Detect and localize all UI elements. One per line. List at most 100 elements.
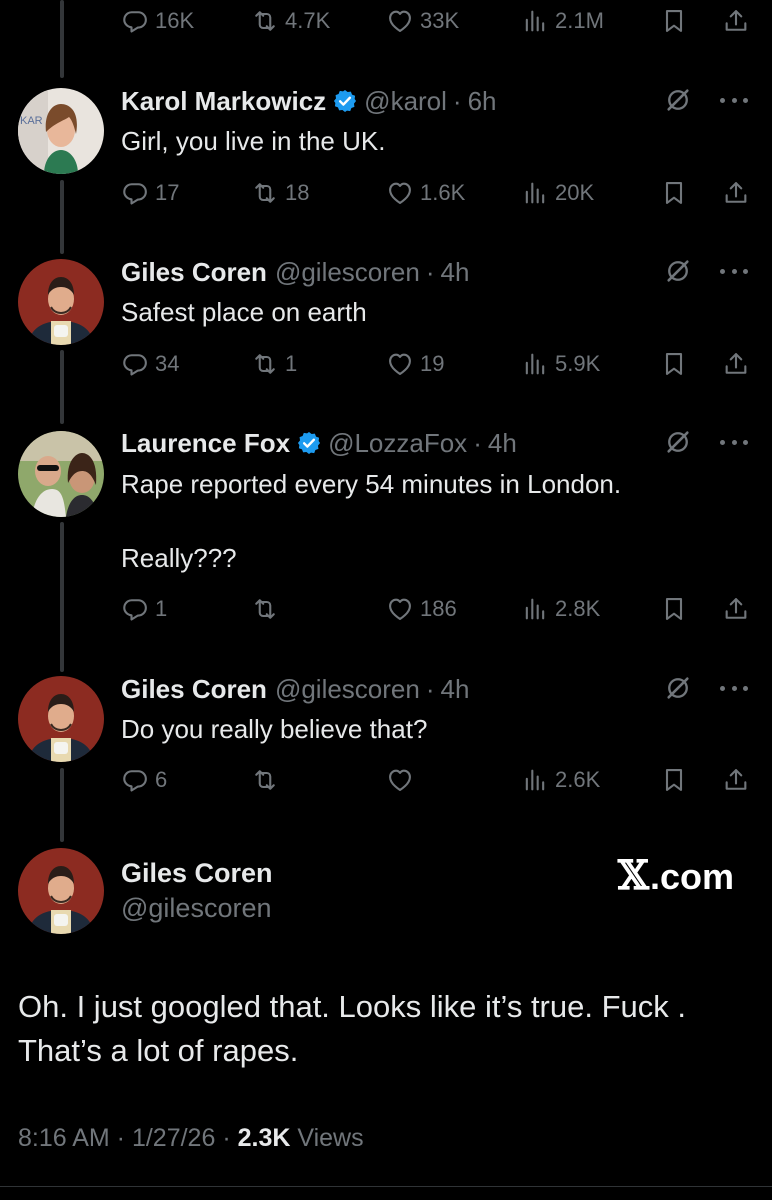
views-button[interactable]: 2.1M (521, 4, 604, 38)
like-button[interactable]: 1.6K (386, 176, 465, 210)
thread-line (60, 350, 64, 424)
like-icon (386, 179, 414, 207)
post-time[interactable]: 4h (441, 257, 470, 288)
views-button[interactable]: 5.9K (521, 347, 600, 381)
more-icon[interactable] (720, 96, 748, 104)
post-menu (664, 86, 748, 114)
like-icon (386, 595, 414, 623)
post-time[interactable]: 6h (468, 86, 497, 117)
reply-text: Safest place on earth (121, 297, 367, 327)
like-button[interactable] (386, 763, 420, 797)
post-date[interactable]: 1/27/26 (132, 1124, 215, 1153)
avatar[interactable] (18, 431, 104, 517)
reply-text: Girl, you live in the UK. (121, 126, 386, 156)
author-handle[interactable]: @gilescoren (275, 674, 420, 705)
like-button[interactable]: 186 (386, 592, 457, 626)
thread-line (60, 522, 64, 672)
repost-button[interactable]: 1 (251, 347, 297, 381)
views-icon (521, 595, 549, 623)
bookmark-button[interactable] (660, 176, 688, 210)
views-button[interactable]: 2.8K (521, 592, 600, 626)
share-icon (722, 766, 750, 794)
reply-icon (121, 179, 149, 207)
like-button[interactable]: 19 (386, 347, 444, 381)
author-name[interactable]: Laurence Fox (121, 428, 290, 459)
repost-button[interactable] (251, 763, 285, 797)
views-button[interactable]: 2.6K (521, 763, 600, 797)
author-name[interactable]: Giles Coren (121, 858, 273, 889)
author-name[interactable]: Karol Markowicz (121, 86, 326, 117)
x-logo-icon: 𝕏 (617, 852, 649, 899)
reply-button[interactable]: 34 (121, 347, 179, 381)
like-icon (386, 350, 414, 378)
repost-button[interactable]: 18 (251, 176, 309, 210)
share-icon (722, 350, 750, 378)
reply-button[interactable]: 17 (121, 176, 179, 210)
reply-button[interactable]: 6 (121, 763, 167, 797)
reply-header: Karol Markowicz @karol · 6h (121, 84, 497, 118)
divider (0, 1186, 772, 1187)
like-button[interactable]: 33K (386, 4, 459, 38)
repost-icon (251, 7, 279, 35)
views-button[interactable]: 20K (521, 176, 594, 210)
like-icon (386, 766, 414, 794)
views-icon (521, 350, 549, 378)
reply-header: Laurence Fox @LozzaFox · 4h (121, 426, 517, 460)
author-handle[interactable]: @gilescoren (275, 257, 420, 288)
repost-button[interactable]: 4.7K (251, 4, 330, 38)
reply-button[interactable]: 1 (121, 592, 167, 626)
grok-icon[interactable] (664, 257, 692, 285)
share-button[interactable] (722, 4, 750, 38)
avatar[interactable] (18, 88, 104, 174)
more-icon[interactable] (720, 267, 748, 275)
action-bar: 6 2.6K (121, 763, 750, 797)
share-icon (722, 7, 750, 35)
author-handle[interactable]: @LozzaFox (328, 428, 467, 459)
share-button[interactable] (722, 176, 750, 210)
bookmark-button[interactable] (660, 763, 688, 797)
action-bar: 34 1 19 5.9K (121, 347, 750, 381)
post-menu (664, 428, 748, 456)
post-time[interactable]: 4h (441, 674, 470, 705)
share-button[interactable] (722, 347, 750, 381)
x-watermark: 𝕏 .com (617, 852, 734, 899)
reply-text: Do you really believe that? (121, 714, 428, 744)
bookmark-icon (660, 595, 688, 623)
bookmark-button[interactable] (660, 347, 688, 381)
avatar[interactable] (18, 676, 104, 762)
author-name[interactable]: Giles Coren (121, 257, 267, 288)
grok-icon[interactable] (664, 428, 692, 456)
thread-line (60, 768, 64, 842)
avatar[interactable] (18, 259, 104, 345)
more-icon[interactable] (720, 684, 748, 692)
avatar[interactable] (18, 848, 104, 934)
separator-dot: · (425, 673, 435, 704)
share-button[interactable] (722, 592, 750, 626)
repost-icon (251, 766, 279, 794)
author-name[interactable]: Giles Coren (121, 674, 267, 705)
grok-icon[interactable] (664, 86, 692, 114)
repost-icon (251, 350, 279, 378)
separator-dot: · (473, 427, 482, 458)
views-icon (521, 766, 549, 794)
repost-button[interactable] (251, 592, 285, 626)
post-time[interactable]: 8:16 AM (18, 1124, 110, 1153)
bookmark-button[interactable] (660, 592, 688, 626)
author-handle[interactable]: @karol (364, 86, 447, 117)
author-handle[interactable]: @gilescoren (121, 893, 271, 924)
post-time[interactable]: 4h (488, 428, 517, 459)
share-button[interactable] (722, 763, 750, 797)
reply-icon (121, 595, 149, 623)
views-count: 2.3K (237, 1124, 291, 1152)
share-icon (722, 179, 750, 207)
reply-icon (121, 7, 149, 35)
bookmark-button[interactable] (660, 4, 688, 38)
more-icon[interactable] (720, 438, 748, 446)
reply-button[interactable]: 16K (121, 4, 194, 38)
repost-icon (251, 179, 279, 207)
grok-icon[interactable] (664, 674, 692, 702)
thread-line (60, 0, 64, 78)
repost-icon (251, 595, 279, 623)
post-meta: 8:16 AM · 1/27/26 · 2.3K Views (18, 1124, 364, 1153)
views-label: Views (297, 1124, 364, 1152)
